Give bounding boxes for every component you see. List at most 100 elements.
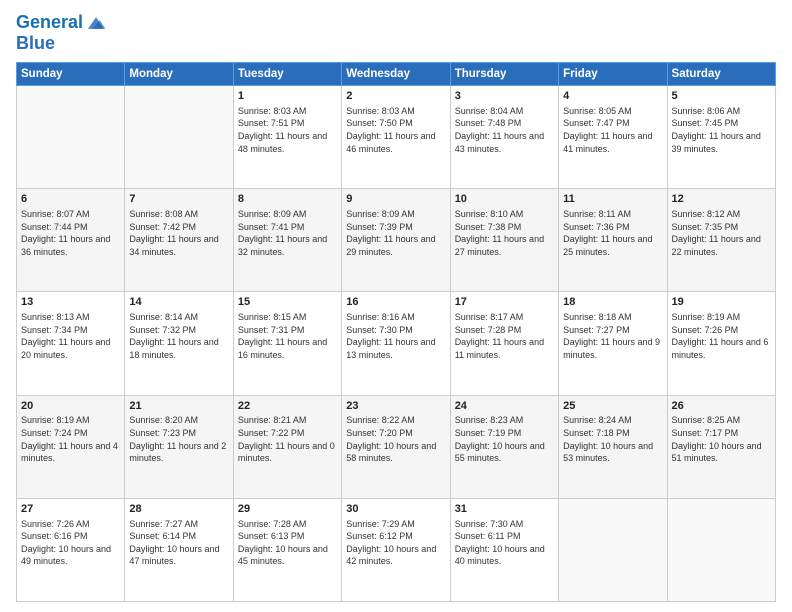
calendar-cell: 13Sunrise: 8:13 AM Sunset: 7:34 PM Dayli… bbox=[17, 292, 125, 395]
day-info: Sunrise: 8:17 AM Sunset: 7:28 PM Dayligh… bbox=[455, 311, 554, 361]
day-info: Sunrise: 8:23 AM Sunset: 7:19 PM Dayligh… bbox=[455, 414, 554, 464]
calendar-cell: 6Sunrise: 8:07 AM Sunset: 7:44 PM Daylig… bbox=[17, 189, 125, 292]
day-number: 7 bbox=[129, 192, 228, 207]
day-info: Sunrise: 8:19 AM Sunset: 7:26 PM Dayligh… bbox=[672, 311, 771, 361]
day-info: Sunrise: 8:04 AM Sunset: 7:48 PM Dayligh… bbox=[455, 105, 554, 155]
calendar-cell: 14Sunrise: 8:14 AM Sunset: 7:32 PM Dayli… bbox=[125, 292, 233, 395]
calendar-cell: 30Sunrise: 7:29 AM Sunset: 6:12 PM Dayli… bbox=[342, 498, 450, 601]
calendar-week-2: 13Sunrise: 8:13 AM Sunset: 7:34 PM Dayli… bbox=[17, 292, 776, 395]
day-info: Sunrise: 8:08 AM Sunset: 7:42 PM Dayligh… bbox=[129, 208, 228, 258]
day-info: Sunrise: 8:12 AM Sunset: 7:35 PM Dayligh… bbox=[672, 208, 771, 258]
calendar-cell: 4Sunrise: 8:05 AM Sunset: 7:47 PM Daylig… bbox=[559, 86, 667, 189]
day-info: Sunrise: 7:28 AM Sunset: 6:13 PM Dayligh… bbox=[238, 518, 337, 568]
calendar-cell: 11Sunrise: 8:11 AM Sunset: 7:36 PM Dayli… bbox=[559, 189, 667, 292]
day-info: Sunrise: 8:21 AM Sunset: 7:22 PM Dayligh… bbox=[238, 414, 337, 464]
calendar-cell: 3Sunrise: 8:04 AM Sunset: 7:48 PM Daylig… bbox=[450, 86, 558, 189]
day-number: 12 bbox=[672, 192, 771, 207]
day-number: 27 bbox=[21, 502, 120, 517]
day-number: 6 bbox=[21, 192, 120, 207]
day-number: 19 bbox=[672, 295, 771, 310]
day-number: 9 bbox=[346, 192, 445, 207]
day-info: Sunrise: 7:26 AM Sunset: 6:16 PM Dayligh… bbox=[21, 518, 120, 568]
calendar-cell bbox=[125, 86, 233, 189]
col-header-thursday: Thursday bbox=[450, 63, 558, 86]
calendar-header-row: SundayMondayTuesdayWednesdayThursdayFrid… bbox=[17, 63, 776, 86]
calendar-cell: 26Sunrise: 8:25 AM Sunset: 7:17 PM Dayli… bbox=[667, 395, 775, 498]
calendar-cell: 8Sunrise: 8:09 AM Sunset: 7:41 PM Daylig… bbox=[233, 189, 341, 292]
day-number: 22 bbox=[238, 399, 337, 414]
calendar-week-4: 27Sunrise: 7:26 AM Sunset: 6:16 PM Dayli… bbox=[17, 498, 776, 601]
calendar-cell: 23Sunrise: 8:22 AM Sunset: 7:20 PM Dayli… bbox=[342, 395, 450, 498]
day-number: 2 bbox=[346, 89, 445, 104]
calendar-cell: 24Sunrise: 8:23 AM Sunset: 7:19 PM Dayli… bbox=[450, 395, 558, 498]
calendar-week-0: 1Sunrise: 8:03 AM Sunset: 7:51 PM Daylig… bbox=[17, 86, 776, 189]
day-info: Sunrise: 8:14 AM Sunset: 7:32 PM Dayligh… bbox=[129, 311, 228, 361]
day-number: 30 bbox=[346, 502, 445, 517]
day-number: 20 bbox=[21, 399, 120, 414]
day-info: Sunrise: 8:15 AM Sunset: 7:31 PM Dayligh… bbox=[238, 311, 337, 361]
day-info: Sunrise: 8:11 AM Sunset: 7:36 PM Dayligh… bbox=[563, 208, 662, 258]
day-number: 24 bbox=[455, 399, 554, 414]
day-info: Sunrise: 8:09 AM Sunset: 7:41 PM Dayligh… bbox=[238, 208, 337, 258]
day-number: 21 bbox=[129, 399, 228, 414]
day-info: Sunrise: 8:03 AM Sunset: 7:51 PM Dayligh… bbox=[238, 105, 337, 155]
day-info: Sunrise: 8:20 AM Sunset: 7:23 PM Dayligh… bbox=[129, 414, 228, 464]
day-number: 14 bbox=[129, 295, 228, 310]
day-info: Sunrise: 8:10 AM Sunset: 7:38 PM Dayligh… bbox=[455, 208, 554, 258]
calendar-cell: 22Sunrise: 8:21 AM Sunset: 7:22 PM Dayli… bbox=[233, 395, 341, 498]
col-header-sunday: Sunday bbox=[17, 63, 125, 86]
calendar-cell: 19Sunrise: 8:19 AM Sunset: 7:26 PM Dayli… bbox=[667, 292, 775, 395]
logo-text2: Blue bbox=[16, 33, 55, 53]
logo-text: General bbox=[16, 13, 83, 33]
day-number: 29 bbox=[238, 502, 337, 517]
col-header-friday: Friday bbox=[559, 63, 667, 86]
logo-icon bbox=[85, 12, 107, 34]
calendar-cell: 27Sunrise: 7:26 AM Sunset: 6:16 PM Dayli… bbox=[17, 498, 125, 601]
col-header-saturday: Saturday bbox=[667, 63, 775, 86]
calendar-cell: 10Sunrise: 8:10 AM Sunset: 7:38 PM Dayli… bbox=[450, 189, 558, 292]
day-number: 5 bbox=[672, 89, 771, 104]
col-header-wednesday: Wednesday bbox=[342, 63, 450, 86]
calendar-cell: 20Sunrise: 8:19 AM Sunset: 7:24 PM Dayli… bbox=[17, 395, 125, 498]
col-header-tuesday: Tuesday bbox=[233, 63, 341, 86]
calendar-cell: 16Sunrise: 8:16 AM Sunset: 7:30 PM Dayli… bbox=[342, 292, 450, 395]
day-info: Sunrise: 8:05 AM Sunset: 7:47 PM Dayligh… bbox=[563, 105, 662, 155]
day-number: 1 bbox=[238, 89, 337, 104]
calendar: SundayMondayTuesdayWednesdayThursdayFrid… bbox=[16, 62, 776, 602]
header: General Blue bbox=[16, 12, 776, 54]
day-info: Sunrise: 8:22 AM Sunset: 7:20 PM Dayligh… bbox=[346, 414, 445, 464]
calendar-cell: 2Sunrise: 8:03 AM Sunset: 7:50 PM Daylig… bbox=[342, 86, 450, 189]
calendar-cell: 1Sunrise: 8:03 AM Sunset: 7:51 PM Daylig… bbox=[233, 86, 341, 189]
day-info: Sunrise: 7:27 AM Sunset: 6:14 PM Dayligh… bbox=[129, 518, 228, 568]
calendar-cell bbox=[667, 498, 775, 601]
day-number: 25 bbox=[563, 399, 662, 414]
day-number: 31 bbox=[455, 502, 554, 517]
calendar-cell: 18Sunrise: 8:18 AM Sunset: 7:27 PM Dayli… bbox=[559, 292, 667, 395]
logo: General Blue bbox=[16, 12, 107, 54]
day-info: Sunrise: 8:03 AM Sunset: 7:50 PM Dayligh… bbox=[346, 105, 445, 155]
day-number: 13 bbox=[21, 295, 120, 310]
day-number: 11 bbox=[563, 192, 662, 207]
day-info: Sunrise: 7:29 AM Sunset: 6:12 PM Dayligh… bbox=[346, 518, 445, 568]
day-number: 3 bbox=[455, 89, 554, 104]
calendar-cell: 31Sunrise: 7:30 AM Sunset: 6:11 PM Dayli… bbox=[450, 498, 558, 601]
calendar-cell: 5Sunrise: 8:06 AM Sunset: 7:45 PM Daylig… bbox=[667, 86, 775, 189]
day-number: 28 bbox=[129, 502, 228, 517]
calendar-cell: 29Sunrise: 7:28 AM Sunset: 6:13 PM Dayli… bbox=[233, 498, 341, 601]
day-number: 23 bbox=[346, 399, 445, 414]
calendar-cell: 25Sunrise: 8:24 AM Sunset: 7:18 PM Dayli… bbox=[559, 395, 667, 498]
calendar-cell: 28Sunrise: 7:27 AM Sunset: 6:14 PM Dayli… bbox=[125, 498, 233, 601]
day-number: 8 bbox=[238, 192, 337, 207]
day-info: Sunrise: 7:30 AM Sunset: 6:11 PM Dayligh… bbox=[455, 518, 554, 568]
day-number: 10 bbox=[455, 192, 554, 207]
day-number: 17 bbox=[455, 295, 554, 310]
day-info: Sunrise: 8:16 AM Sunset: 7:30 PM Dayligh… bbox=[346, 311, 445, 361]
day-number: 16 bbox=[346, 295, 445, 310]
page: General Blue SundayMondayTuesdayWednesda… bbox=[0, 0, 792, 612]
day-number: 4 bbox=[563, 89, 662, 104]
day-info: Sunrise: 8:09 AM Sunset: 7:39 PM Dayligh… bbox=[346, 208, 445, 258]
calendar-week-3: 20Sunrise: 8:19 AM Sunset: 7:24 PM Dayli… bbox=[17, 395, 776, 498]
day-number: 26 bbox=[672, 399, 771, 414]
day-info: Sunrise: 8:25 AM Sunset: 7:17 PM Dayligh… bbox=[672, 414, 771, 464]
day-info: Sunrise: 8:13 AM Sunset: 7:34 PM Dayligh… bbox=[21, 311, 120, 361]
